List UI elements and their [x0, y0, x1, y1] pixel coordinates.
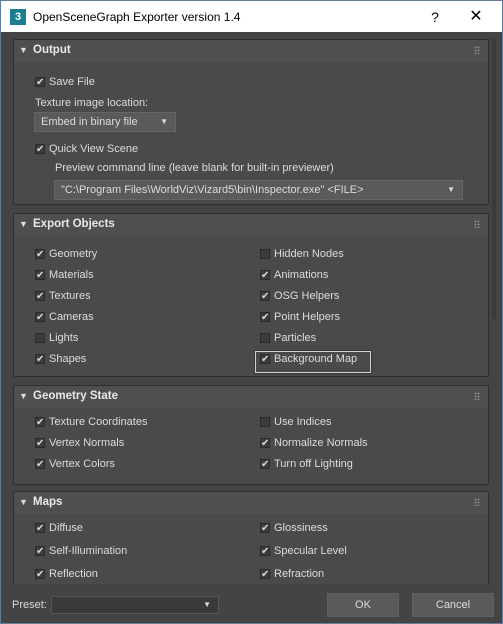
- help-button[interactable]: ?: [422, 6, 448, 28]
- empty-checkbox-icon: [260, 333, 270, 343]
- collapse-arrow-icon: ▼: [19, 45, 28, 55]
- preview-command-field[interactable]: "C:\Program Files\WorldViz\Vizard5\bin\I…: [54, 180, 463, 200]
- preview-command-label: Preview command line (leave blank for bu…: [55, 162, 334, 174]
- check-icon: ✔: [260, 291, 270, 302]
- export-objects-rollout: ▼ Export Objects ✔ Geometry ✔ Materials ✔ Tex…: [13, 213, 489, 377]
- grip-icon[interactable]: [474, 498, 480, 506]
- geometry-state-rollout-header[interactable]: ▼ Geometry State: [14, 386, 488, 408]
- check-icon: ✔: [35, 312, 45, 323]
- collapse-arrow-icon: ▼: [19, 497, 28, 507]
- check-icon: ✔: [35, 270, 45, 281]
- empty-checkbox-icon: [35, 333, 45, 343]
- checkbox-label: Turn off Lighting: [274, 458, 353, 470]
- app-icon: 3: [10, 9, 26, 25]
- check-icon: ✔: [35, 249, 45, 260]
- check-icon: ✔: [260, 546, 270, 557]
- maps-title: Maps: [33, 496, 63, 508]
- checkbox-label: Specular Level: [274, 545, 347, 557]
- checkbox-label: Point Helpers: [274, 311, 341, 323]
- dropdown-arrow-icon: ▼: [447, 185, 455, 194]
- check-icon: ✔: [35, 523, 45, 534]
- checkbox-label: Materials: [49, 269, 94, 281]
- dropdown-arrow-icon: ▼: [160, 117, 168, 126]
- checkbox-label: Texture Coordinates: [49, 416, 148, 428]
- ok-button[interactable]: OK: [327, 593, 399, 617]
- window-title: OpenSceneGraph Exporter version 1.4: [33, 10, 241, 24]
- preview-command-value: "C:\Program Files\WorldViz\Vizard5\bin\I…: [61, 184, 364, 196]
- check-icon: ✔: [260, 438, 270, 449]
- empty-checkbox-icon: [260, 417, 270, 427]
- maps-rollout: ▼ Maps ✔ Diffuse ✔ Self-Illumination ✔ Reflec…: [13, 491, 489, 584]
- save-file-label: Save File: [49, 76, 95, 88]
- collapse-arrow-icon: ▼: [19, 219, 28, 229]
- output-rollout-header[interactable]: ▼ Output: [14, 40, 488, 62]
- geometry-state-title: Geometry State: [33, 390, 119, 402]
- quick-view-label: Quick View Scene: [49, 143, 139, 155]
- checkbox-label: Diffuse: [49, 522, 84, 534]
- texture-location-dropdown[interactable]: Embed in binary file ▼: [34, 112, 176, 132]
- check-icon: ✔: [35, 417, 45, 428]
- output-rollout-title: Output: [33, 44, 71, 56]
- checkbox-label: Cameras: [49, 311, 94, 323]
- checkbox-label: OSG Helpers: [274, 290, 340, 302]
- check-icon: ✔: [260, 523, 270, 534]
- checkbox-label: Use Indices: [274, 416, 332, 428]
- check-icon: ✔: [35, 291, 45, 302]
- footer-bar: Preset: ▼ OK Cancel: [1, 589, 502, 623]
- grip-icon[interactable]: [474, 220, 480, 228]
- texture-location-label: Texture image location:: [35, 97, 149, 109]
- check-icon: ✔: [35, 144, 45, 155]
- grip-icon[interactable]: [474, 46, 480, 54]
- checkbox-label: Vertex Colors: [49, 458, 116, 470]
- checkbox-label: Refraction: [274, 568, 325, 580]
- check-icon: ✔: [35, 459, 45, 470]
- check-icon: ✔: [35, 354, 45, 365]
- vertical-scrollbar[interactable]: [491, 39, 497, 584]
- check-icon: ✔: [35, 77, 45, 88]
- checkbox-label: Particles: [274, 332, 317, 344]
- preset-label: Preset:: [12, 599, 47, 611]
- checkbox-label: Hidden Nodes: [274, 248, 344, 260]
- exporter-dialog: 3 OpenSceneGraph Exporter version 1.4 ? …: [0, 0, 503, 624]
- close-button[interactable]: ✕: [458, 6, 494, 28]
- checkbox-label: Glossiness: [274, 522, 328, 534]
- output-rollout: ▼ Output ✔ Save File Texture image locat…: [13, 39, 489, 205]
- check-icon: ✔: [35, 438, 45, 449]
- check-icon: ✔: [35, 546, 45, 557]
- collapse-arrow-icon: ▼: [19, 391, 28, 401]
- check-icon: ✔: [35, 569, 45, 580]
- focus-highlight: [255, 351, 371, 373]
- title-bar: 3 OpenSceneGraph Exporter version 1.4 ? …: [1, 1, 502, 32]
- checkbox-label: Shapes: [49, 353, 87, 365]
- preset-dropdown[interactable]: ▼: [51, 596, 219, 614]
- checkbox-label: Textures: [49, 290, 91, 302]
- geometry-state-rollout: ▼ Geometry State ✔ Texture Coordinates ✔ Ve…: [13, 385, 489, 485]
- check-icon: ✔: [260, 312, 270, 323]
- export-objects-title: Export Objects: [33, 218, 115, 230]
- checkbox-label: Animations: [274, 269, 329, 281]
- checkbox-label: Self-Illumination: [49, 545, 128, 557]
- checkbox-label: Lights: [49, 332, 79, 344]
- texture-location-value: Embed in binary file: [41, 116, 138, 128]
- rollout-scroll-area: ▼ Output ✔ Save File Texture image locat…: [7, 39, 491, 584]
- maps-rollout-header[interactable]: ▼ Maps: [14, 492, 488, 514]
- grip-icon[interactable]: [474, 392, 480, 400]
- checkbox-label: Vertex Normals: [49, 437, 125, 449]
- scrollbar-thumb[interactable]: [492, 39, 496, 319]
- check-icon: ✔: [260, 459, 270, 470]
- checkbox-label: Reflection: [49, 568, 98, 580]
- empty-checkbox-icon: [260, 249, 270, 259]
- checkbox-label: Normalize Normals: [274, 437, 368, 449]
- dropdown-arrow-icon: ▼: [203, 600, 211, 609]
- cancel-button[interactable]: Cancel: [412, 593, 494, 617]
- export-objects-rollout-header[interactable]: ▼ Export Objects: [14, 214, 488, 236]
- check-icon: ✔: [260, 270, 270, 281]
- checkbox-label: Geometry: [49, 248, 98, 260]
- check-icon: ✔: [260, 569, 270, 580]
